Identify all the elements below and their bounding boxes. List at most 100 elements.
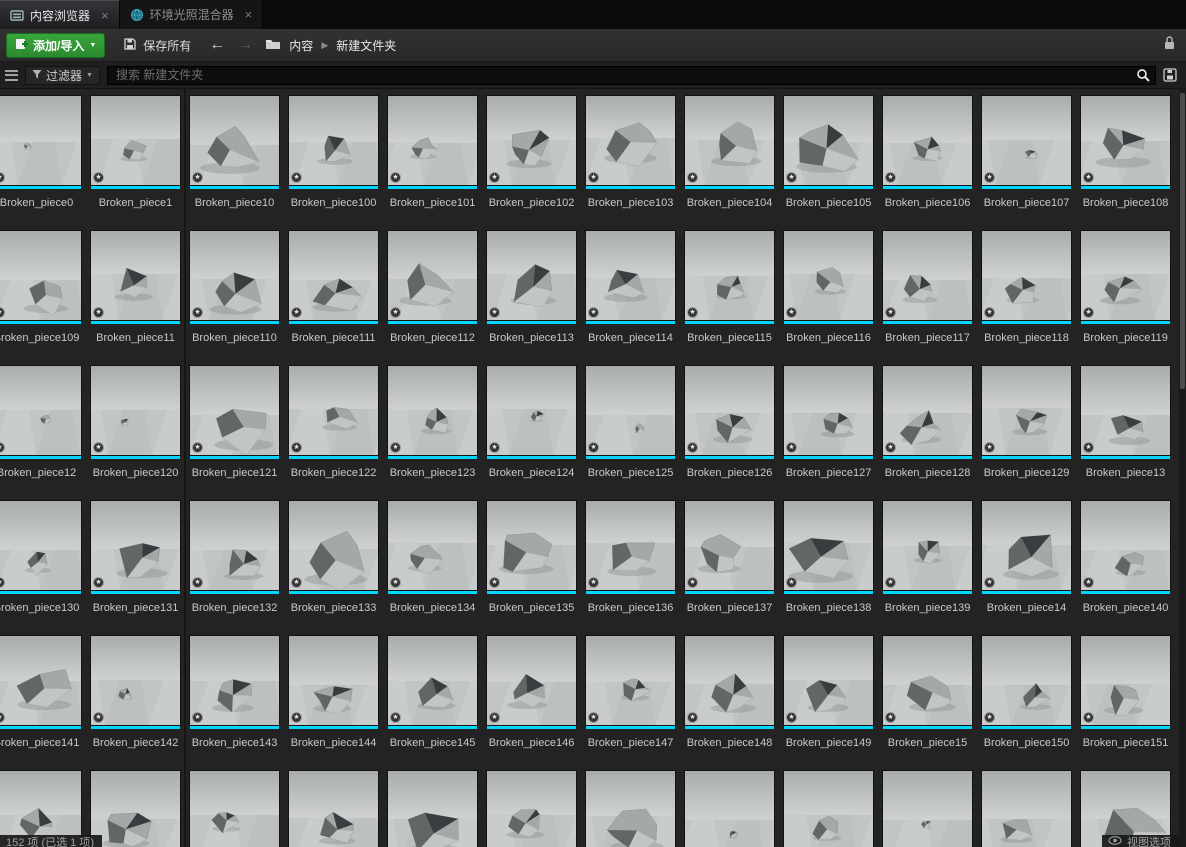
asset-tile[interactable]: ★ Broken_piece144 [264, 635, 397, 771]
asset-tile[interactable]: ★ [681, 770, 807, 847]
asset-thumbnail[interactable]: ★ [882, 770, 1020, 847]
asset-tile[interactable]: ★ Broken_piece150 [966, 635, 1099, 771]
asset-thumbnail[interactable]: ★ [681, 770, 807, 847]
asset-tile[interactable]: ★ [773, 770, 900, 847]
asset-thumbnail[interactable]: ★ [0, 500, 128, 591]
asset-thumbnail[interactable]: ★ [955, 770, 1081, 847]
panel-splitter[interactable] [184, 89, 186, 847]
asset-tile[interactable]: ★ Broken_piece141 [0, 635, 127, 771]
asset-tile[interactable]: ★ Broken_piece1 [90, 95, 231, 231]
asset-thumbnail[interactable]: ★ [164, 230, 297, 321]
asset-thumbnail[interactable]: ★ [574, 230, 707, 321]
asset-thumbnail[interactable]: ★ [63, 365, 196, 456]
asset-thumbnail[interactable]: ★ [882, 635, 1015, 726]
asset-thumbnail[interactable]: ★ [769, 500, 902, 591]
asset-tile[interactable]: ★ Broken_piece128 [870, 365, 1003, 501]
asset-tile[interactable]: ★ Broken_piece134 [380, 500, 513, 636]
back-button[interactable]: ← [209, 37, 225, 53]
tab-content-browser[interactable]: 内容浏览器 × [0, 0, 120, 29]
breadcrumb-item-new-folder[interactable]: 新建文件夹 [336, 37, 396, 54]
asset-tile[interactable]: ★ Broken_piece136 [585, 500, 727, 636]
asset-thumbnail[interactable]: ★ [665, 230, 798, 321]
asset-tile[interactable]: ★ Broken_piece148 [684, 635, 823, 771]
asset-tile[interactable]: ★ Broken_piece102 [467, 95, 600, 231]
lock-button[interactable] [1163, 35, 1176, 55]
asset-tile[interactable]: ★ Broken_piece123 [369, 365, 502, 501]
asset-tile[interactable]: ★ Broken_piece100 [288, 95, 427, 231]
asset-tile[interactable]: ★ [189, 770, 329, 847]
asset-thumbnail[interactable]: ★ [585, 95, 718, 186]
asset-thumbnail[interactable]: ★ [486, 230, 625, 321]
asset-thumbnail[interactable]: ★ [477, 770, 604, 847]
asset-thumbnail[interactable]: ★ [870, 365, 1003, 456]
asset-tile[interactable]: ★ Broken_piece10 [189, 95, 332, 231]
asset-thumbnail[interactable]: ★ [360, 770, 486, 847]
asset-thumbnail[interactable]: ★ [165, 500, 298, 591]
asset-thumbnail[interactable]: ★ [585, 500, 727, 591]
asset-tile[interactable]: ★ Broken_piece101 [379, 95, 512, 231]
asset-tile[interactable]: ★ Broken_piece145 [367, 635, 500, 771]
asset-thumbnail[interactable]: ★ [75, 500, 208, 591]
asset-thumbnail[interactable]: ★ [867, 500, 1000, 591]
asset-thumbnail[interactable]: ★ [367, 635, 500, 726]
asset-thumbnail[interactable]: ★ [559, 770, 685, 847]
asset-thumbnail[interactable]: ★ [882, 230, 1016, 321]
asset-tile[interactable]: ★ Broken_piece143 [189, 635, 326, 771]
asset-thumbnail[interactable]: ★ [0, 230, 128, 321]
asset-tile[interactable]: ★ Broken_piece122 [285, 365, 418, 501]
asset-thumbnail[interactable]: ★ [753, 365, 886, 456]
asset-thumbnail[interactable]: ★ [288, 95, 427, 186]
breadcrumb-item-content[interactable]: 内容 [289, 37, 313, 54]
asset-thumbnail[interactable]: ★ [188, 365, 321, 456]
asset-thumbnail[interactable]: ★ [966, 635, 1099, 726]
asset-tile[interactable]: ★ Broken_piece131 [75, 500, 208, 636]
asset-tile[interactable]: ★ [288, 770, 424, 847]
asset-tile[interactable]: ★ Broken_piece140 [1080, 500, 1186, 636]
asset-tile[interactable]: ★ Broken_piece149 [783, 635, 924, 771]
asset-thumbnail[interactable]: ★ [0, 365, 124, 456]
asset-tile[interactable]: ★ Broken_piece15 [882, 635, 1015, 771]
asset-tile[interactable]: ★ Broken_piece127 [753, 365, 886, 501]
asset-thumbnail[interactable]: ★ [0, 95, 106, 186]
asset-thumbnail[interactable]: ★ [379, 95, 512, 186]
asset-thumbnail[interactable]: ★ [387, 230, 530, 321]
asset-thumbnail[interactable]: ★ [288, 770, 424, 847]
forward-button[interactable]: → [237, 37, 253, 53]
asset-thumbnail[interactable]: ★ [961, 365, 1094, 456]
asset-thumbnail[interactable]: ★ [74, 230, 207, 321]
asset-tile[interactable]: ★ Broken_piece118 [978, 230, 1111, 366]
asset-tile[interactable]: ★ Broken_piece106 [853, 95, 986, 231]
asset-thumbnail[interactable]: ★ [0, 635, 127, 726]
save-search-button[interactable] [1163, 67, 1178, 83]
add-import-button[interactable]: 添加/导入 ▼ [6, 32, 106, 58]
asset-tile[interactable]: ★ Broken_piece116 [752, 230, 885, 366]
asset-thumbnail[interactable]: ★ [189, 635, 326, 726]
asset-thumbnail[interactable]: ★ [853, 95, 986, 186]
asset-thumbnail[interactable]: ★ [752, 230, 885, 321]
asset-thumbnail[interactable]: ★ [268, 230, 401, 321]
asset-tile[interactable]: ★ Broken_piece133 [276, 500, 409, 636]
asset-tile[interactable]: ★ Broken_piece105 [759, 95, 892, 231]
search-input[interactable] [106, 65, 1156, 85]
asset-tile[interactable]: ★ Broken_piece151 [1048, 635, 1181, 771]
asset-thumbnail[interactable]: ★ [567, 635, 700, 726]
asset-tile[interactable]: ★ [78, 770, 204, 847]
asset-tile[interactable]: ★ Broken_piece124 [465, 365, 598, 501]
asset-thumbnail[interactable]: ★ [1080, 365, 1186, 456]
asset-thumbnail[interactable]: ★ [60, 635, 193, 726]
asset-tile[interactable]: ★ Broken_piece113 [486, 230, 625, 366]
asset-thumbnail[interactable]: ★ [1048, 635, 1181, 726]
asset-thumbnail[interactable]: ★ [78, 770, 204, 847]
asset-tile[interactable]: ★ [955, 770, 1081, 847]
asset-thumbnail[interactable]: ★ [660, 95, 793, 186]
asset-tile[interactable]: ★ Broken_piece126 [657, 365, 790, 501]
asset-tile[interactable]: ★ Broken_piece12 [0, 365, 124, 501]
asset-tile[interactable]: ★ Broken_piece146 [486, 635, 628, 771]
asset-thumbnail[interactable]: ★ [773, 770, 900, 847]
asset-tile[interactable]: ★ Broken_piece114 [574, 230, 707, 366]
asset-thumbnail[interactable]: ★ [189, 770, 329, 847]
filters-button[interactable]: 过滤器 ▼ [25, 65, 100, 85]
asset-thumbnail[interactable]: ★ [467, 95, 600, 186]
tab-env-light-mixer[interactable]: 环境光照混合器 × [119, 0, 264, 29]
asset-thumbnail[interactable]: ★ [465, 365, 598, 456]
